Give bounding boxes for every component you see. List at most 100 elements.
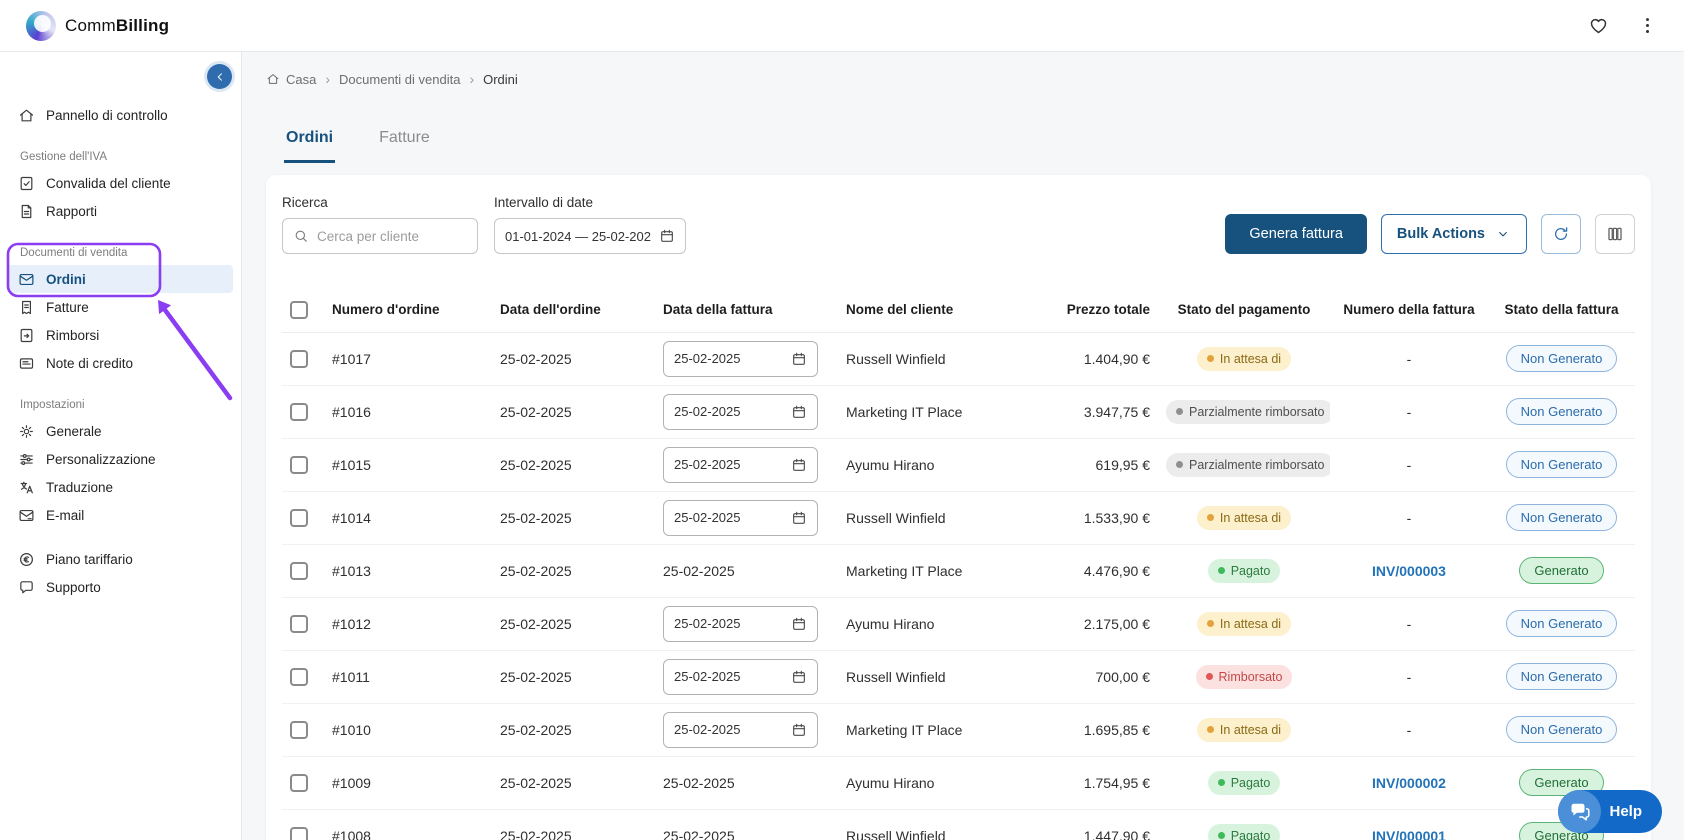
order-number-cell: #1015 [324,438,492,491]
customer-name-cell: Marketing IT Place [838,703,1036,756]
sidebar-item-label: Generale [46,424,102,439]
checkbox-cell [282,438,324,491]
order-number-cell: #1009 [324,756,492,809]
search-input[interactable] [317,229,467,244]
calendar-icon [791,510,807,526]
invoice-date-value: 25-02-2025 [674,616,741,631]
invoice-number-cell: INV/000002 [1330,756,1488,809]
sidebar-item-traduzione[interactable]: Traduzione [8,473,233,501]
row-checkbox[interactable] [290,562,308,580]
total-price-cell: 4.476,90 € [1036,544,1158,597]
date-range-value: 01-01-2024 — 25-02-202 [505,229,651,244]
sidebar-item-personalizzazione[interactable]: Personalizzazione [8,445,233,473]
checkbox-cell [282,491,324,544]
invoice-status-cell: Non Generato [1488,491,1635,544]
column-settings-button[interactable] [1595,214,1635,254]
breadcrumb-item-casa[interactable]: Casa [266,72,316,87]
date-range-input[interactable]: 01-01-2024 — 25-02-202 [494,218,686,254]
row-checkbox[interactable] [290,615,308,633]
breadcrumb-item-ordini[interactable]: Ordini [483,72,518,87]
row-checkbox[interactable] [290,774,308,792]
credit-notes-icon [18,355,35,372]
sidebar-item-note-di-credito[interactable]: Note di credito [8,349,233,377]
row-checkbox[interactable] [290,350,308,368]
sidebar-section-header: Gestione dell'IVA [20,150,241,164]
table-row: #101625-02-202525-02-2025Marketing IT Pl… [282,385,1635,438]
orders-table: Numero d'ordineData dell'ordineData dell… [282,288,1635,840]
row-checkbox[interactable] [290,456,308,474]
invoice-status-badge: Non Generato [1506,398,1618,425]
order-number-cell: #1014 [324,491,492,544]
sidebar-item-pannello-di-controllo[interactable]: Pannello di controllo [8,101,233,129]
generate-invoice-button[interactable]: Genera fattura [1225,214,1367,254]
invoice-date-picker[interactable]: 25-02-2025 [663,606,818,642]
sidebar-section: Gestione dell'IVA Convalida del clienteRa… [0,150,241,225]
status-dot-icon [1176,408,1183,415]
search-filter: Ricerca [282,195,478,254]
table-header-row: Numero d'ordineData dell'ordineData dell… [282,288,1635,332]
invoice-date-picker[interactable]: 25-02-2025 [663,712,818,748]
column-header-numero-della-fattura: Numero della fattura [1330,288,1488,332]
invoice-date-cell: 25-02-2025 [655,703,838,756]
sidebar-section-header: Impostazioni [20,398,241,412]
invoice-date-cell: 25-02-2025 [655,809,838,840]
invoice-number-link[interactable]: INV/000001 [1372,828,1446,840]
invoice-date-value: 25-02-2025 [674,510,741,525]
sidebar-section-header: Documenti di vendita [20,246,241,260]
sidebar-item-generale[interactable]: Generale [8,417,233,445]
payment-status-badge: Rimborsato [1196,665,1293,689]
row-checkbox[interactable] [290,403,308,421]
tab-fatture[interactable]: Fatture [377,121,432,163]
row-checkbox[interactable] [290,827,308,840]
search-label: Ricerca [282,195,478,210]
order-number-cell: #1008 [324,809,492,840]
bulk-actions-button[interactable]: Bulk Actions [1381,214,1527,254]
sidebar-item-fatture[interactable]: Fatture [8,293,233,321]
invoice-date-picker[interactable]: 25-02-2025 [663,394,818,430]
sidebar-item-rapporti[interactable]: Rapporti [8,197,233,225]
settings-icon [18,423,35,440]
favorites-heart-icon[interactable] [1588,15,1609,36]
invoice-date-value: 25-02-2025 [674,457,741,472]
row-checkbox[interactable] [290,721,308,739]
invoice-status-cell: Non Generato [1488,597,1635,650]
invoice-status-badge: Non Generato [1506,716,1618,743]
sidebar-item-convalida-del-cliente[interactable]: Convalida del cliente [8,169,233,197]
invoice-number-link[interactable]: INV/000002 [1372,775,1446,791]
invoice-date-picker[interactable]: 25-02-2025 [663,659,818,695]
sidebar-item-e-mail[interactable]: E-mail [8,501,233,529]
invoice-status-badge: Generato [1519,557,1603,584]
status-dot-icon [1207,514,1214,521]
payment-status-cell: In attesa di [1158,703,1330,756]
sidebar-item-supporto[interactable]: Supporto [8,573,233,601]
invoice-number-link[interactable]: INV/000003 [1372,563,1446,579]
customer-name-cell: Ayumu Hirano [838,756,1036,809]
kebab-menu-icon[interactable] [1637,15,1658,36]
customer-name-cell: Russell Winfield [838,332,1036,385]
invoice-status-badge: Non Generato [1506,345,1618,372]
toolbar: Genera fattura Bulk Actions [1225,214,1635,254]
sidebar-collapse-button[interactable] [207,64,232,89]
row-checkbox[interactable] [290,509,308,527]
order-date-cell: 25-02-2025 [492,438,655,491]
sidebar-item-rimborsi[interactable]: Rimborsi [8,321,233,349]
invoice-date-picker[interactable]: 25-02-2025 [663,500,818,536]
email-icon [18,507,35,524]
sidebar-item-piano-tariffario[interactable]: Piano tariffario [8,545,233,573]
row-checkbox[interactable] [290,668,308,686]
tab-ordini[interactable]: Ordini [284,121,335,163]
invoice-date-picker[interactable]: 25-02-2025 [663,447,818,483]
breadcrumb-item-documenti-di-vendita[interactable]: Documenti di vendita [339,72,460,87]
checkbox-cell [282,332,324,385]
help-button[interactable]: Help [1558,790,1662,833]
invoice-date-cell: 25-02-2025 [655,438,838,491]
invoice-date-picker[interactable]: 25-02-2025 [663,341,818,377]
brand-name: CommBilling [65,16,169,36]
column-header-nome-del-cliente: Nome del cliente [838,288,1036,332]
refresh-button[interactable] [1541,214,1581,254]
sidebar-item-ordini[interactable]: Ordini [8,265,233,293]
select-all-checkbox[interactable] [290,301,308,319]
payment-status-label: In attesa di [1220,511,1281,525]
brand[interactable]: CommBilling [26,11,169,41]
invoice-date-cell: 25-02-2025 [655,650,838,703]
